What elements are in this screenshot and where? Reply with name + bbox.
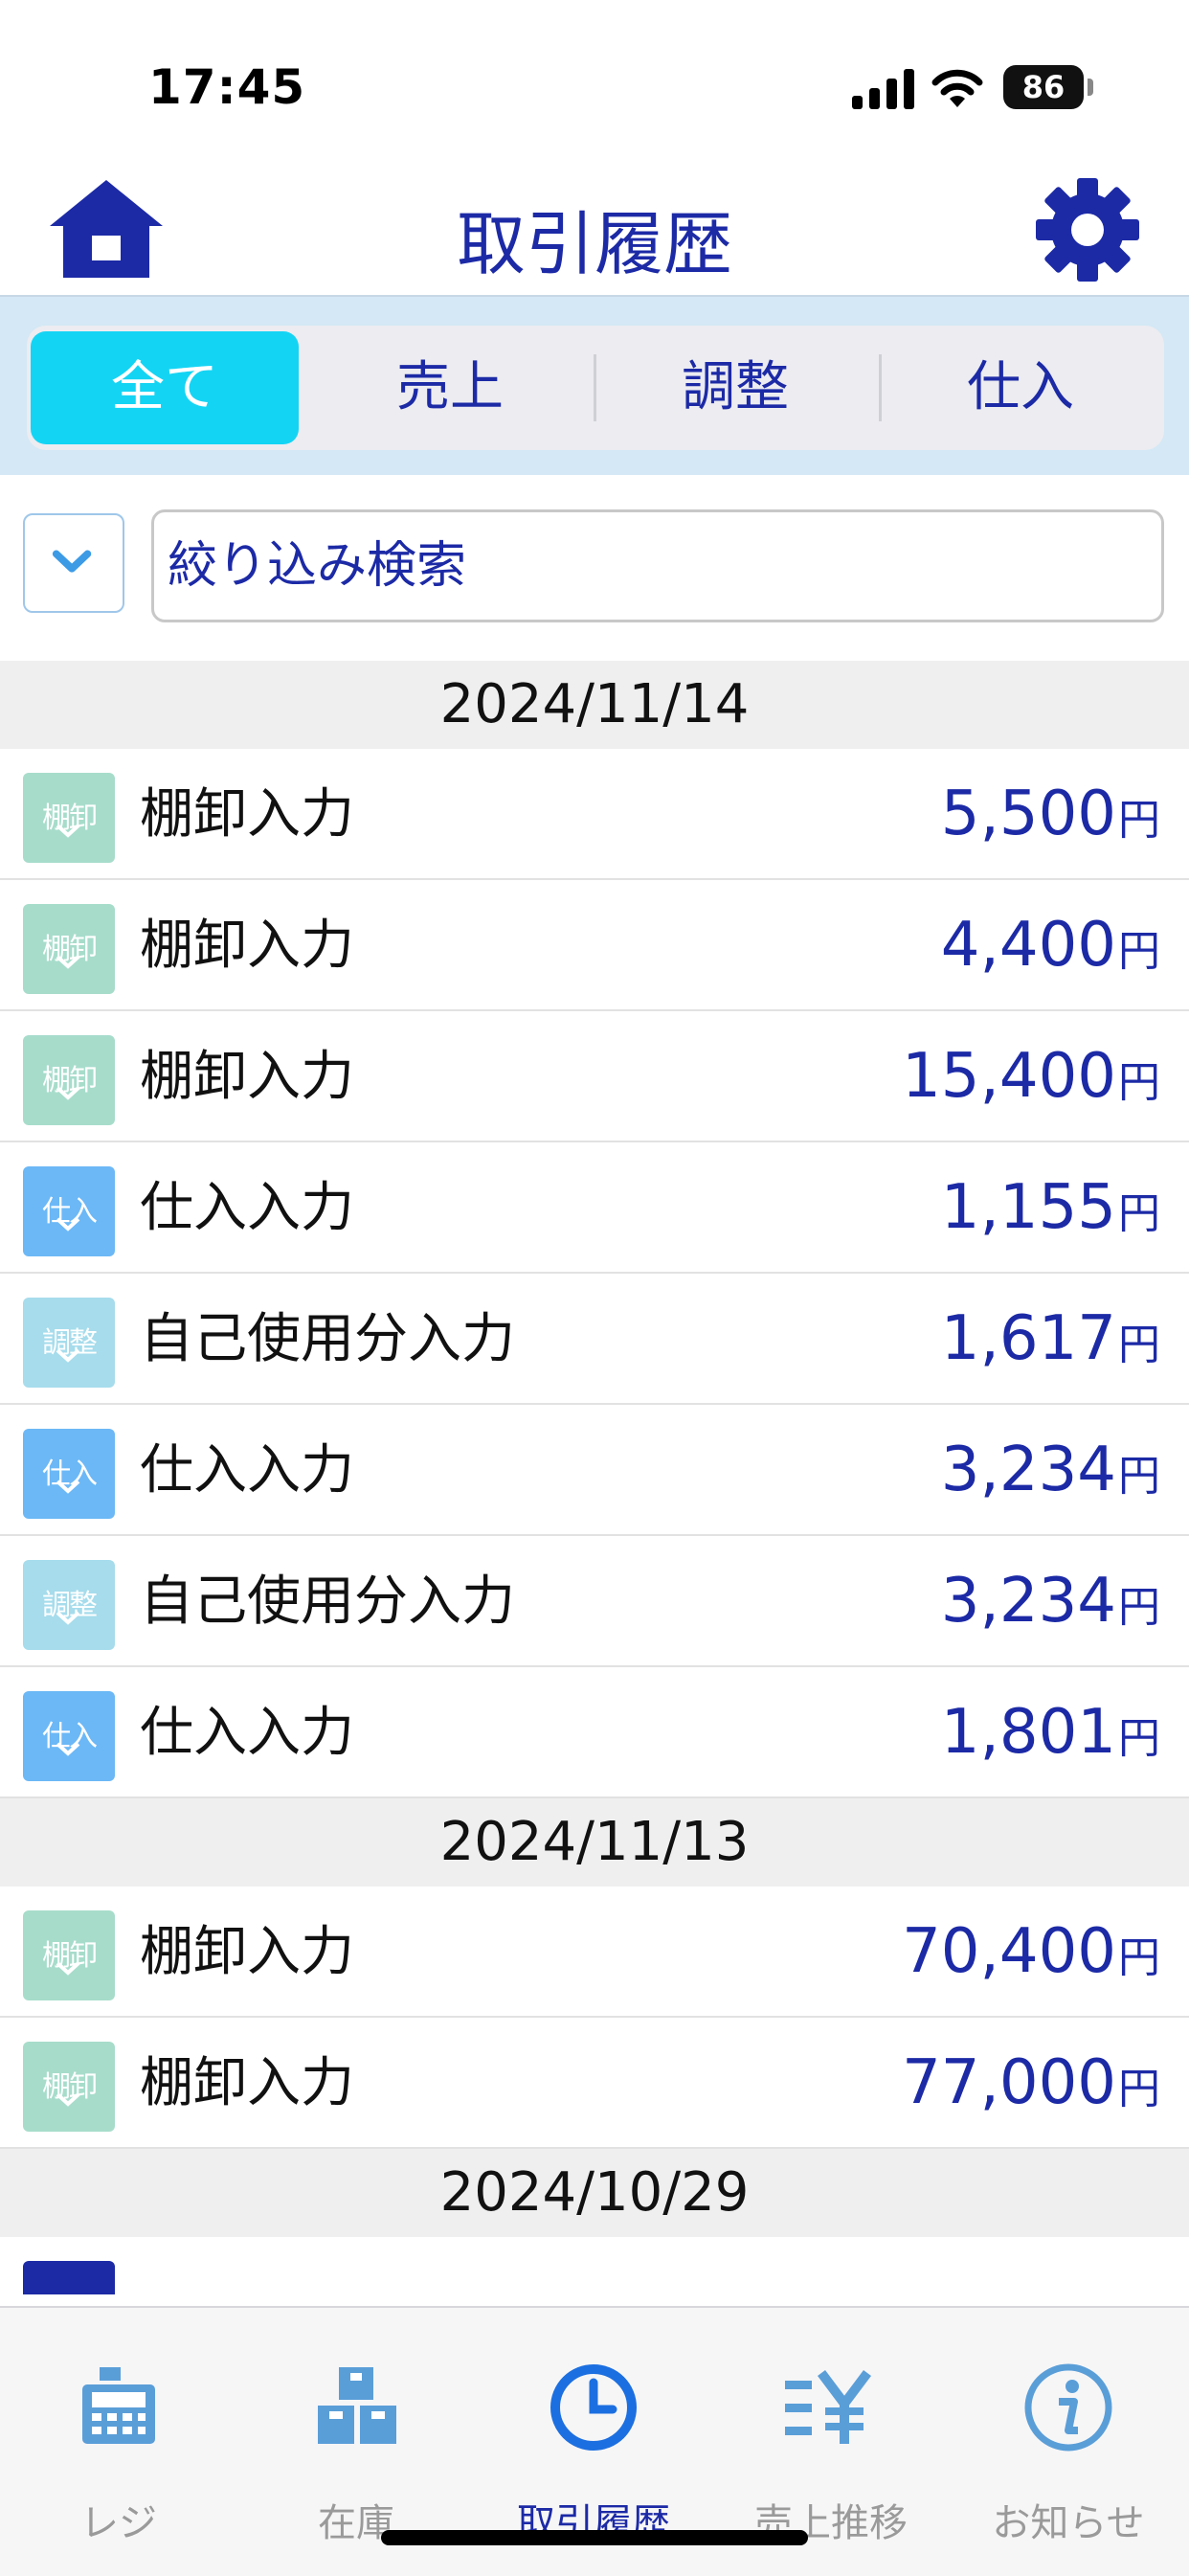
nav-label: お知らせ [992,2501,1145,2545]
tab-all[interactable]: 全て [31,331,299,444]
info-icon [1024,2363,1112,2452]
nav-notifications[interactable]: お知らせ [950,2308,1187,2576]
stocktake-badge-icon: 棚卸 [23,904,115,994]
tab-separator [594,354,596,421]
stocktake-badge-icon: 棚卸 [23,2042,115,2132]
date-header: 2024/11/14 [0,661,1189,749]
transaction-amount: 15,400円 [902,1041,1160,1112]
date-header: 2024/10/29 [0,2149,1189,2237]
purchase-badge-icon: 仕入 [23,1691,115,1781]
transaction-list: 2024/11/14 棚卸 棚卸入力 5,500円 棚卸 棚卸入力 4,400円… [0,661,1189,2294]
tab-sales[interactable]: 売上 [316,331,584,444]
tab-purchase[interactable]: 仕入 [886,331,1155,444]
cellular-signal-icon [852,67,915,109]
transaction-label: 仕入入力 [140,1177,354,1239]
check-icon [56,824,80,838]
filter-tab-bar: 全て 売上 調整 仕入 [0,297,1189,475]
transaction-row[interactable]: 調整 自己使用分入力 3,234円 [0,1536,1189,1667]
transaction-row[interactable] [0,2237,1189,2294]
cash-badge-icon [23,2261,115,2294]
boxes-icon [318,2367,396,2444]
yen-chart-icon [785,2370,871,2444]
tab-adjustment[interactable]: 調整 [601,331,869,444]
stocktake-badge-icon: 棚卸 [23,1035,115,1125]
transaction-label: 棚卸入力 [140,783,354,846]
check-icon [56,1480,80,1494]
stocktake-badge-icon: 棚卸 [23,773,115,863]
stocktake-badge-icon: 棚卸 [23,1910,115,2000]
page-title: 取引履歴 [456,204,732,284]
transaction-row[interactable]: 棚卸 棚卸入力 4,400円 [0,880,1189,1011]
home-indicator [381,2530,808,2545]
app-header: 取引履歴 [0,163,1189,297]
transaction-label: 棚卸入力 [140,915,354,977]
transaction-amount: 77,000円 [902,2047,1160,2118]
cash-register-icon [82,2367,155,2444]
gear-icon[interactable] [1034,176,1141,283]
check-icon [56,2092,80,2107]
check-icon [56,955,80,969]
transaction-row[interactable]: 棚卸 棚卸入力 77,000円 [0,2018,1189,2149]
battery-icon: 86 [1003,65,1084,109]
transaction-row[interactable]: 仕入 仕入入力 1,155円 [0,1142,1189,1274]
transaction-label: 棚卸入力 [140,1046,354,1108]
transaction-amount: 4,400円 [940,910,1160,981]
transaction-label: 仕入入力 [140,1439,354,1502]
purchase-badge-icon: 仕入 [23,1166,115,1256]
purchase-badge-icon: 仕入 [23,1429,115,1519]
transaction-row[interactable]: 仕入 仕入入力 3,234円 [0,1405,1189,1536]
wifi-icon [931,69,983,107]
tab-separator [879,354,882,421]
transaction-row[interactable]: 棚卸 棚卸入力 5,500円 [0,749,1189,880]
nav-register[interactable]: レジ [0,2308,237,2576]
transaction-amount: 1,801円 [940,1697,1160,1768]
battery-tip [1088,79,1093,96]
nav-label: レジ [80,2501,157,2545]
transaction-row[interactable]: 調整 自己使用分入力 1,617円 [0,1274,1189,1405]
transaction-row[interactable]: 棚卸 棚卸入力 70,400円 [0,1887,1189,2018]
check-icon [56,1611,80,1625]
transaction-row[interactable]: 棚卸 棚卸入力 15,400円 [0,1011,1189,1142]
status-time: 17:45 [148,59,306,115]
search-input[interactable] [151,509,1164,622]
check-icon [56,1086,80,1100]
date-header: 2024/11/13 [0,1798,1189,1887]
transaction-amount: 3,234円 [940,1566,1160,1637]
transaction-label: 棚卸入力 [140,1921,354,1983]
status-bar: 17:45 86 [0,0,1189,163]
transaction-amount: 1,617円 [940,1303,1160,1374]
clock-icon [550,2364,637,2451]
transaction-label: 仕入入力 [140,1702,354,1764]
transaction-row[interactable]: 仕入 仕入入力 1,801円 [0,1667,1189,1798]
transaction-amount: 5,500円 [940,779,1160,849]
transaction-label: 自己使用分入力 [140,1570,515,1633]
check-icon [56,1217,80,1232]
check-icon [56,1742,80,1756]
filter-expand-button[interactable] [23,513,124,613]
transaction-label: 棚卸入力 [140,2052,354,2114]
segmented-control: 全て 売上 調整 仕入 [27,326,1164,450]
check-icon [56,1348,80,1363]
filter-row [0,475,1189,661]
transaction-label: 自己使用分入力 [140,1308,515,1370]
chevron-down-icon [52,550,92,573]
adjust-badge-icon: 調整 [23,1560,115,1650]
transaction-amount: 70,400円 [902,1916,1160,1987]
transaction-amount: 1,155円 [940,1172,1160,1243]
transaction-amount: 3,234円 [940,1435,1160,1505]
check-icon [56,1961,80,1976]
adjust-badge-icon: 調整 [23,1298,115,1388]
